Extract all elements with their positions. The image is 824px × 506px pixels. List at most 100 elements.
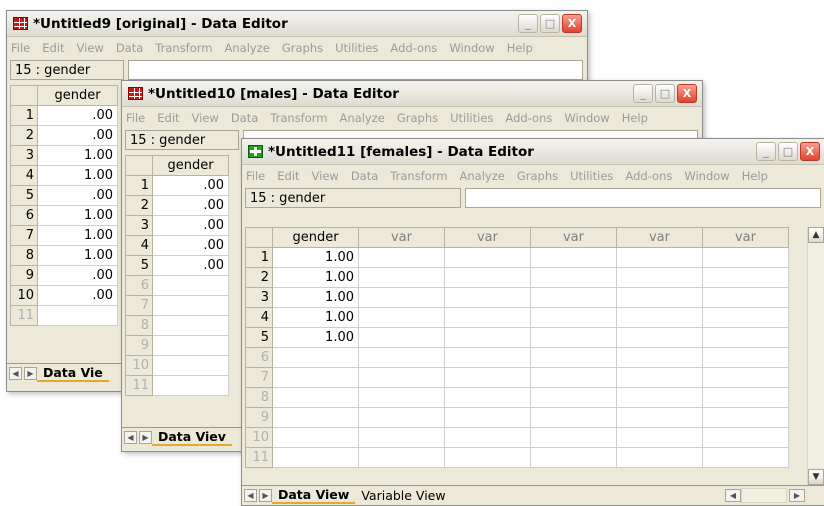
empty-cell[interactable] — [444, 427, 531, 448]
tab-variable-view[interactable]: Variable View — [355, 488, 451, 503]
minimize-button[interactable]: _ — [518, 14, 538, 33]
empty-cell[interactable] — [616, 367, 703, 388]
menu-view[interactable]: View — [192, 111, 219, 125]
tab-next-icon[interactable]: ▶ — [259, 488, 272, 502]
empty-cell[interactable] — [358, 407, 445, 428]
empty-cell[interactable] — [616, 307, 703, 328]
menu-utilities[interactable]: Utilities — [450, 111, 493, 125]
menu-analyze[interactable]: Analyze — [225, 41, 270, 55]
empty-cell[interactable] — [444, 247, 531, 268]
empty-cell[interactable] — [530, 247, 617, 268]
tab-prev-icon[interactable]: ◀ — [9, 366, 22, 380]
menu-help[interactable]: Help — [742, 169, 768, 183]
empty-cell[interactable] — [616, 287, 703, 308]
menu-add-ons[interactable]: Add-ons — [625, 169, 672, 183]
data-cell[interactable]: 1.00 — [37, 245, 118, 266]
row-header[interactable]: 6 — [245, 347, 273, 368]
menu-analyze[interactable]: Analyze — [460, 169, 505, 183]
data-cell[interactable] — [152, 355, 229, 376]
empty-cell[interactable] — [702, 387, 789, 408]
menu-file[interactable]: File — [246, 169, 265, 183]
horizontal-scrollbar[interactable] — [741, 487, 787, 503]
data-cell[interactable] — [152, 315, 229, 336]
empty-cell[interactable] — [358, 387, 445, 408]
empty-cell[interactable] — [358, 367, 445, 388]
row-header[interactable]: 11 — [125, 375, 153, 396]
empty-cell[interactable] — [616, 347, 703, 368]
empty-cell[interactable] — [702, 447, 789, 468]
title-bar[interactable]: *Untitled10 [males] - Data Editor _ □ X — [122, 81, 702, 107]
empty-cell[interactable] — [444, 287, 531, 308]
row-header[interactable]: 1 — [10, 105, 38, 126]
row-header[interactable]: 9 — [10, 265, 38, 286]
row-header[interactable]: 5 — [10, 185, 38, 206]
menu-help[interactable]: Help — [507, 41, 533, 55]
data-cell[interactable]: 1.00 — [37, 145, 118, 166]
empty-cell[interactable] — [530, 327, 617, 348]
column-header[interactable]: gender — [152, 155, 229, 176]
data-cell[interactable] — [37, 305, 118, 326]
empty-cell[interactable] — [702, 427, 789, 448]
empty-cell[interactable] — [358, 347, 445, 368]
scroll-left-icon[interactable]: ◀ — [725, 488, 741, 502]
data-cell[interactable]: .00 — [152, 175, 229, 196]
data-cell[interactable] — [272, 427, 359, 448]
menu-add-ons[interactable]: Add-ons — [505, 111, 552, 125]
menu-utilities[interactable]: Utilities — [335, 41, 378, 55]
menu-utilities[interactable]: Utilities — [570, 169, 613, 183]
tab-next-icon[interactable]: ▶ — [139, 430, 152, 444]
menu-data[interactable]: Data — [116, 41, 143, 55]
data-cell[interactable]: 1.00 — [37, 165, 118, 186]
corner-cell[interactable] — [125, 155, 153, 176]
tab-prev-icon[interactable]: ◀ — [124, 430, 137, 444]
row-header[interactable]: 3 — [245, 287, 273, 308]
row-header[interactable]: 2 — [10, 125, 38, 146]
data-cell[interactable] — [272, 447, 359, 468]
empty-cell[interactable] — [358, 447, 445, 468]
menu-view[interactable]: View — [77, 41, 104, 55]
data-cell[interactable]: .00 — [152, 195, 229, 216]
row-header[interactable]: 4 — [10, 165, 38, 186]
empty-cell[interactable] — [702, 287, 789, 308]
menu-graphs[interactable]: Graphs — [517, 169, 558, 183]
tab-next-icon[interactable]: ▶ — [24, 366, 37, 380]
row-header[interactable]: 8 — [245, 387, 273, 408]
data-cell[interactable]: .00 — [37, 285, 118, 306]
menu-analyze[interactable]: Analyze — [340, 111, 385, 125]
empty-cell[interactable] — [358, 267, 445, 288]
empty-cell[interactable] — [530, 267, 617, 288]
data-cell[interactable] — [152, 375, 229, 396]
row-header[interactable]: 1 — [245, 247, 273, 268]
row-header[interactable]: 3 — [10, 145, 38, 166]
tab-data-view[interactable]: Data Viev — [152, 429, 232, 446]
data-cell[interactable]: 1.00 — [272, 307, 359, 328]
row-header[interactable]: 7 — [125, 295, 153, 316]
tab-data-view[interactable]: Data Vie — [37, 365, 109, 382]
empty-cell[interactable] — [530, 347, 617, 368]
row-header[interactable]: 5 — [125, 255, 153, 276]
data-cell[interactable]: 1.00 — [272, 267, 359, 288]
row-header[interactable]: 11 — [10, 305, 38, 326]
empty-cell[interactable] — [616, 407, 703, 428]
row-header[interactable]: 11 — [245, 447, 273, 468]
empty-cell[interactable] — [358, 327, 445, 348]
close-button[interactable]: X — [677, 84, 697, 103]
corner-cell[interactable] — [10, 85, 38, 106]
column-header[interactable]: var — [358, 227, 445, 248]
row-header[interactable]: 2 — [245, 267, 273, 288]
data-cell[interactable] — [272, 407, 359, 428]
maximize-button[interactable]: □ — [540, 14, 560, 33]
data-cell[interactable]: 1.00 — [272, 247, 359, 268]
column-header[interactable]: gender — [272, 227, 359, 248]
empty-cell[interactable] — [530, 387, 617, 408]
empty-cell[interactable] — [444, 267, 531, 288]
column-header[interactable]: var — [530, 227, 617, 248]
empty-cell[interactable] — [616, 387, 703, 408]
title-bar[interactable]: *Untitled9 [original] - Data Editor _ □ … — [7, 11, 587, 37]
empty-cell[interactable] — [702, 327, 789, 348]
row-header[interactable]: 4 — [245, 307, 273, 328]
title-bar[interactable]: *Untitled11 [females] - Data Editor _ □ … — [242, 139, 824, 165]
data-cell[interactable]: .00 — [37, 185, 118, 206]
menu-window[interactable]: Window — [684, 169, 729, 183]
row-header[interactable]: 4 — [125, 235, 153, 256]
